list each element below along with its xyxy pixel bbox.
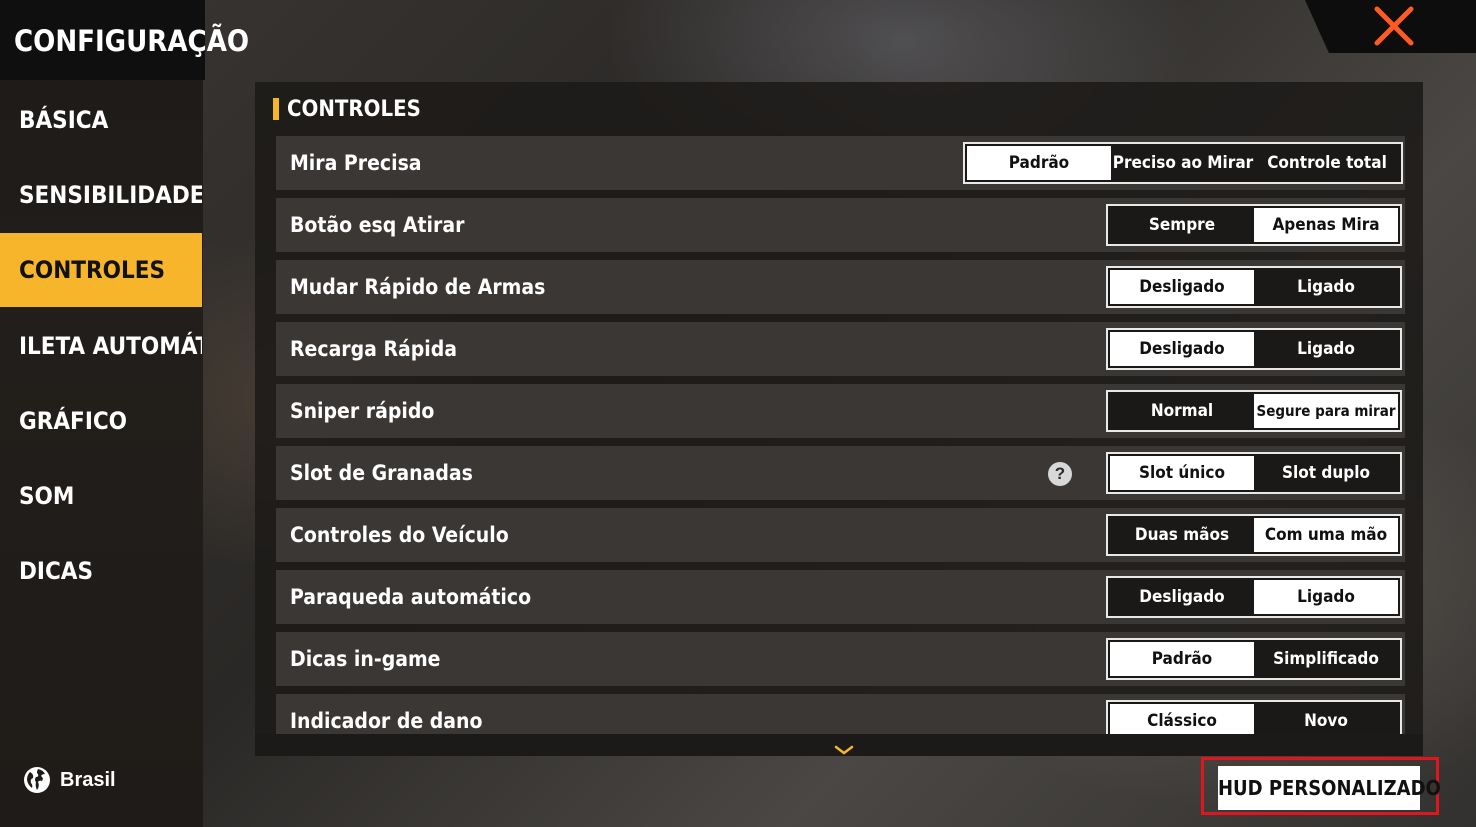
globe-icon [24,767,50,793]
option-segure-para-mirar[interactable]: Segure para mirar [1254,394,1398,428]
setting-row-controles-do-veiculo: Controles do Veículo Duas mãos Com uma m… [276,508,1405,562]
setting-toggle: Desligado Ligado [1106,328,1402,370]
setting-toggle: Sempre Apenas Mira [1106,204,1402,246]
option-ligado[interactable]: Ligado [1254,580,1398,614]
close-icon [1374,6,1414,46]
section-title-label: CONTROLES [287,96,421,122]
setting-label: Mudar Rápido de Armas [290,275,546,299]
sidebar: CONFIGURAÇÃO BÁSICA SENSIBILIDADE CONTRO… [0,0,249,827]
option-ligado[interactable]: Ligado [1254,270,1398,304]
setting-toggle: Normal Segure para mirar [1106,390,1402,432]
option-normal[interactable]: Normal [1110,394,1254,428]
setting-toggle: Desligado Ligado [1106,576,1402,618]
option-classico[interactable]: Clássico [1110,704,1254,738]
sidebar-item-som[interactable]: SOM [0,459,202,533]
option-com-uma-mao[interactable]: Com uma mão [1254,518,1398,552]
help-icon[interactable]: ? [1048,462,1072,486]
sidebar-item-label: SENSIBILIDADE [19,181,202,209]
sidebar-item-label: DICAS [19,557,94,585]
option-apenas-mira[interactable]: Apenas Mira [1254,208,1398,242]
setting-label: Botão esq Atirar [290,213,465,237]
option-preciso-ao-mirar[interactable]: Preciso ao Mirar [1111,146,1255,180]
sidebar-item-basica[interactable]: BÁSICA [0,83,202,157]
setting-label: Sniper rápido [290,399,435,423]
setting-toggle: Slot único Slot duplo [1106,452,1402,494]
sidebar-item-label: CONTROLES [19,256,166,284]
option-slot-unico[interactable]: Slot único [1110,456,1254,490]
setting-row-mudar-rapido-de-armas: Mudar Rápido de Armas Desligado Ligado [276,260,1405,314]
close-button[interactable] [1370,4,1416,50]
option-padrao[interactable]: Padrão [1110,642,1254,676]
option-desligado[interactable]: Desligado [1110,270,1254,304]
setting-row-recarga-rapida: Recarga Rápida Desligado Ligado [276,322,1405,376]
option-duas-maos[interactable]: Duas mãos [1110,518,1254,552]
sidebar-item-controles[interactable]: CONTROLES [0,233,202,307]
option-sempre[interactable]: Sempre [1110,208,1254,242]
setting-row-sniper-rapido: Sniper rápido Normal Segure para mirar [276,384,1405,438]
setting-label: Paraqueda automático [290,585,532,609]
setting-row-paraqueda-automatico: Paraqueda automático Desligado Ligado [276,570,1405,624]
setting-toggle: Padrão Preciso ao Mirar Controle total [963,142,1403,184]
sidebar-item-coleta-automatica[interactable]: ILETA AUTOMÁTICA [0,309,202,383]
chevron-down-icon[interactable] [833,744,855,756]
controls-panel[interactable]: CONTROLES Mira Precisa Padrão Preciso ao… [255,82,1423,756]
option-controle-total[interactable]: Controle total [1255,146,1399,180]
sidebar-item-grafico[interactable]: GRÁFICO [0,384,202,458]
sidebar-item-label: SOM [19,482,75,510]
sidebar-item-sensibilidade[interactable]: SENSIBILIDADE [0,158,202,232]
settings-screen: CONFIGURAÇÃO BÁSICA SENSIBILIDADE CONTRO… [0,0,1476,827]
setting-label: Mira Precisa [290,151,422,175]
setting-label: Recarga Rápida [290,337,458,361]
region-label: Brasil [60,768,116,791]
sidebar-title: CONFIGURAÇÃO [0,0,249,80]
setting-label: Slot de Granadas [290,461,473,485]
section-accent-bar [273,98,279,120]
region-selector[interactable]: Brasil [22,764,116,796]
setting-label: Controles do Veículo [290,523,509,547]
option-padrao[interactable]: Padrão [967,146,1111,180]
setting-row-botao-esq-atirar: Botão esq Atirar Sempre Apenas Mira [276,198,1405,252]
setting-toggle: Desligado Ligado [1106,266,1402,308]
option-simplificado[interactable]: Simplificado [1254,642,1398,676]
option-ligado[interactable]: Ligado [1254,332,1398,366]
option-desligado[interactable]: Desligado [1110,580,1254,614]
sidebar-item-dicas[interactable]: DICAS [0,534,202,608]
sidebar-item-label: ILETA AUTOMÁTICA [19,332,202,360]
setting-toggle: Duas mãos Com uma mão [1106,514,1402,556]
setting-row-dicas-in-game: Dicas in-game Padrão Simplificado [276,632,1405,686]
option-novo[interactable]: Novo [1254,704,1398,738]
setting-row-mira-precisa: Mira Precisa Padrão Preciso ao Mirar Con… [276,136,1405,190]
option-slot-duplo[interactable]: Slot duplo [1254,456,1398,490]
setting-row-slot-de-granadas: Slot de Granadas ? Slot único Slot duplo [276,446,1405,500]
hud-personalizado-button[interactable]: HUD PERSONALIZADO [1218,766,1441,810]
setting-label: Dicas in-game [290,647,441,671]
section-title: CONTROLES [273,94,421,124]
option-desligado[interactable]: Desligado [1110,332,1254,366]
sidebar-item-label: GRÁFICO [19,407,128,435]
setting-toggle: Padrão Simplificado [1106,638,1402,680]
sidebar-item-label: BÁSICA [19,106,109,134]
